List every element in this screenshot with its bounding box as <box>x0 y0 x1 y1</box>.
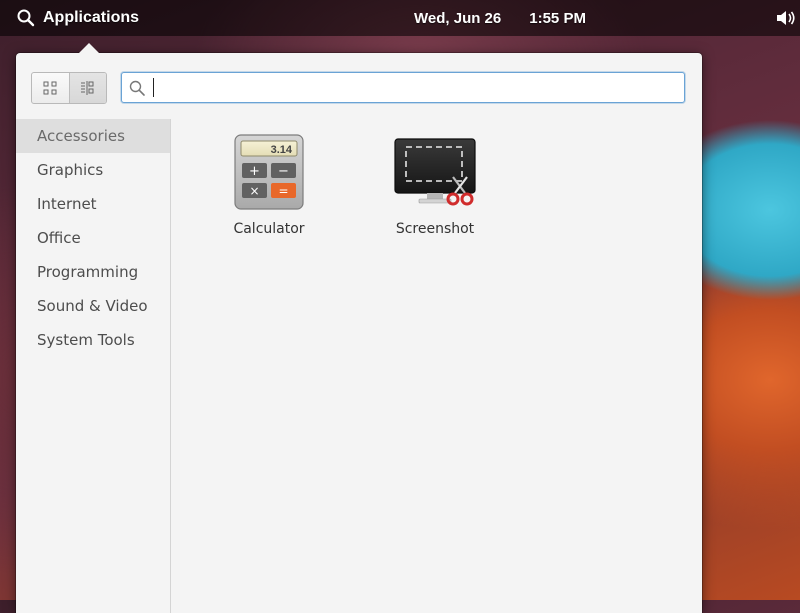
category-internet[interactable]: Internet <box>16 187 170 221</box>
screenshot-icon <box>394 138 476 206</box>
applications-label: Applications <box>43 9 140 26</box>
svg-text:=: = <box>278 184 288 198</box>
text-cursor <box>153 78 154 97</box>
calculator-display: 3.14 <box>271 144 293 156</box>
svg-text:×: × <box>249 184 259 198</box>
svg-text:−: − <box>278 164 289 179</box>
svg-text:+: + <box>249 164 260 179</box>
grid-view-button[interactable] <box>32 73 69 103</box>
popover-arrow <box>78 43 100 54</box>
volume-icon[interactable] <box>776 9 796 27</box>
app-screenshot[interactable]: Screenshot <box>380 133 490 237</box>
calculator-icon: 3.14 + − × = <box>234 134 304 210</box>
search-icon <box>128 79 146 97</box>
view-mode-toggle <box>31 72 107 104</box>
category-view-icon <box>80 81 94 95</box>
time-label: 1:55 PM <box>529 9 586 27</box>
app-label: Screenshot <box>395 221 475 237</box>
search-input[interactable] <box>150 76 675 98</box>
category-system-tools[interactable]: System Tools <box>16 323 170 357</box>
date-label: Wed, Jun 26 <box>414 9 502 27</box>
app-calculator[interactable]: 3.14 + − × = Calculator <box>214 133 324 237</box>
category-office[interactable]: Office <box>16 221 170 255</box>
app-label: Calculator <box>233 221 305 237</box>
app-launcher-popover: Accessories Graphics Internet Office Pro… <box>16 43 702 613</box>
category-sound-video[interactable]: Sound & Video <box>16 289 170 323</box>
top-panel: Applications Wed, Jun 26 1:55 PM <box>0 0 800 36</box>
category-view-button[interactable] <box>68 73 106 103</box>
search-icon <box>17 9 35 27</box>
category-programming[interactable]: Programming <box>16 255 170 289</box>
category-graphics[interactable]: Graphics <box>16 153 170 187</box>
datetime-indicator[interactable]: Wed, Jun 26 1:55 PM <box>414 0 586 36</box>
category-accessories[interactable]: Accessories <box>16 119 170 153</box>
applications-menu-button[interactable]: Applications <box>16 0 139 36</box>
category-sidebar: Accessories Graphics Internet Office Pro… <box>16 119 171 613</box>
search-field[interactable] <box>121 72 685 103</box>
grid-view-icon <box>43 81 57 95</box>
